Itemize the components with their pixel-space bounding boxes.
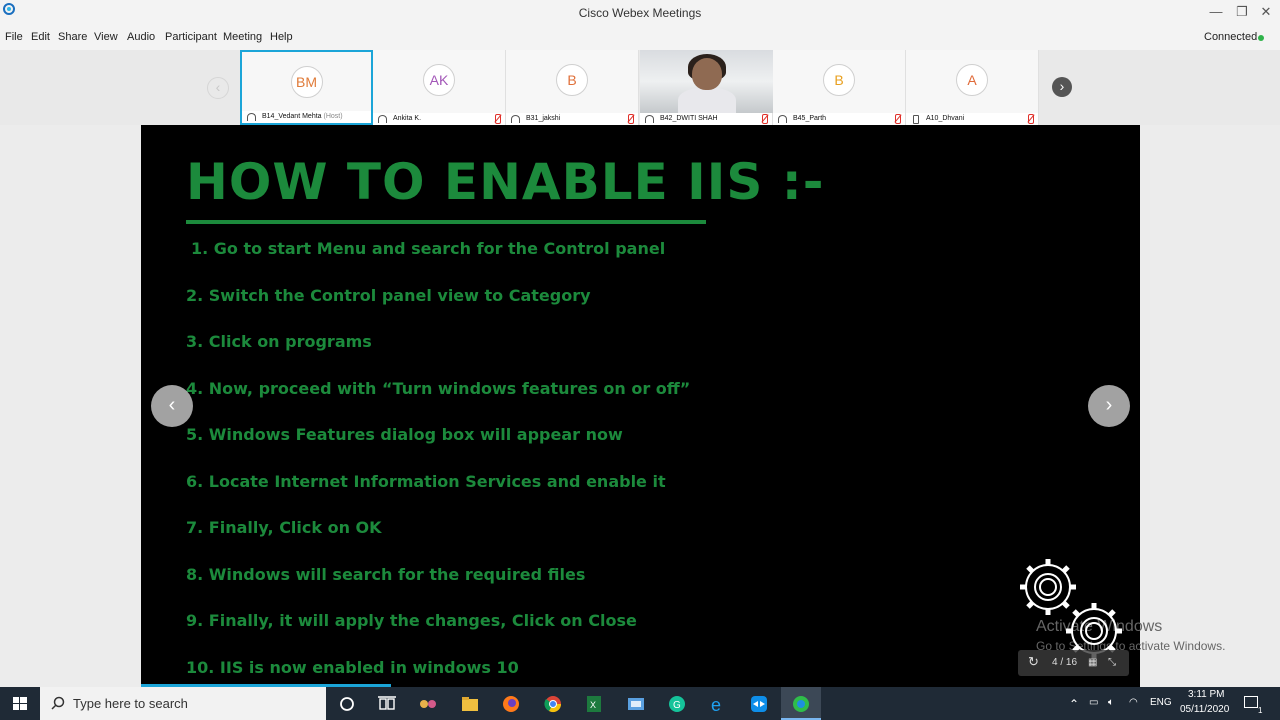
task-view-icon[interactable]	[377, 694, 397, 714]
slide-step: 7. Finally, Click on OK	[186, 518, 382, 537]
host-role-label: (Host)	[323, 113, 343, 120]
clock-date[interactable]: 05/11/2020	[1180, 704, 1229, 715]
participant-tile[interactable]: B B31_jakshi	[506, 50, 639, 125]
presentation-slide: HOW TO ENABLE IIS :- 1. Go to start Menu…	[141, 125, 1140, 687]
menu-view[interactable]: View	[94, 31, 118, 43]
search-icon	[51, 696, 65, 710]
chrome-icon[interactable]	[543, 694, 563, 714]
headset-icon	[378, 115, 387, 123]
windows-start-icon[interactable]	[0, 687, 40, 720]
previous-slide-button[interactable]: ‹	[151, 385, 193, 427]
window-title: Cisco Webex Meetings	[578, 6, 702, 20]
title-underline	[186, 220, 706, 224]
menu-share[interactable]: Share	[58, 31, 87, 43]
clock-time[interactable]: 3:11 PM	[1188, 689, 1225, 700]
cortana-icon[interactable]	[337, 694, 357, 714]
slide-step: 3. Click on programs	[186, 332, 372, 351]
webex-icon	[793, 696, 809, 712]
menu-file[interactable]: File	[5, 31, 23, 43]
language-indicator[interactable]: ENG	[1150, 697, 1172, 708]
svg-text:G: G	[673, 700, 681, 711]
slide-step: 6. Locate Internet Information Services …	[186, 472, 666, 491]
avatar: BM	[290, 66, 323, 98]
notification-count: 1	[1258, 706, 1263, 715]
participant-name: Ankita K.	[393, 115, 422, 122]
show-hidden-icons-icon[interactable]: ⌃	[1069, 697, 1079, 711]
slide-step: 9. Finally, it will apply the changes, C…	[186, 611, 637, 630]
minimize-button[interactable]: —	[1204, 2, 1228, 22]
thumbnail-grid-icon[interactable]: ▦	[1088, 657, 1097, 668]
menu-help[interactable]: Help	[270, 31, 293, 43]
refresh-icon[interactable]: ↻	[1028, 654, 1039, 670]
participant-tile-host[interactable]: BM B14_Vedant Mehta (Host)	[240, 50, 373, 125]
menu-audio[interactable]: Audio	[127, 31, 155, 43]
strip-next-button[interactable]: ›	[1052, 77, 1072, 97]
next-slide-button[interactable]: ›	[1088, 385, 1130, 427]
avatar: B	[823, 64, 855, 96]
participant-name: B31_jakshi	[526, 115, 561, 122]
headset-icon	[511, 115, 520, 123]
strip-prev-button[interactable]: ‹	[207, 77, 229, 99]
headset-icon	[247, 113, 256, 121]
participant-tile[interactable]: AK Ankita K.	[373, 50, 506, 125]
svg-text:e: e	[711, 695, 721, 714]
mic-muted-icon	[1028, 114, 1034, 124]
wifi-icon[interactable]: ◠	[1129, 697, 1138, 708]
avatar: A	[956, 64, 988, 96]
mic-muted-icon	[762, 114, 768, 124]
participant-tile-video[interactable]: B42_DWITI SHAH	[640, 50, 773, 125]
connection-status-dot	[1258, 35, 1264, 41]
slide-step: 4. Now, proceed with “Turn windows featu…	[186, 379, 691, 398]
notification-icon[interactable]	[1244, 696, 1258, 708]
close-button[interactable]: ✕	[1254, 2, 1278, 22]
participant-tile[interactable]: B B45_Parth	[773, 50, 906, 125]
teamviewer-icon[interactable]	[749, 694, 769, 714]
participant-name: B14_Vedant Mehta	[262, 113, 322, 120]
participant-name: A10_Dhvani	[926, 115, 965, 122]
participant-name: B45_Parth	[793, 115, 827, 122]
control-panel-icon[interactable]	[626, 694, 646, 714]
slide-step: 10. IIS is now enabled in windows 10	[186, 658, 519, 677]
slide-step: 8. Windows will search for the required …	[186, 565, 586, 584]
firefox-icon[interactable]	[501, 694, 521, 714]
phone-icon	[913, 115, 919, 124]
settings-gears-icon	[1020, 559, 1122, 659]
headset-icon	[778, 115, 787, 123]
participant-video	[640, 50, 773, 113]
svg-text:X: X	[590, 700, 596, 710]
page-indicator: 4 / 16	[1052, 657, 1078, 668]
mic-muted-icon	[495, 114, 501, 124]
menu-edit[interactable]: Edit	[31, 31, 50, 43]
headset-icon	[645, 115, 654, 123]
menu-participant[interactable]: Participant	[165, 31, 217, 43]
slide-step: 5. Windows Features dialog box will appe…	[186, 425, 623, 444]
avatar: AK	[423, 64, 455, 96]
volume-icon[interactable]: 🔈︎	[1108, 697, 1114, 708]
menu-meeting[interactable]: Meeting	[223, 31, 262, 43]
file-explorer-icon[interactable]	[460, 694, 480, 714]
slide-title: HOW TO ENABLE IIS :-	[186, 153, 825, 211]
app-icon[interactable]	[418, 694, 438, 714]
connection-status: Connected	[1204, 31, 1258, 43]
participant-footer: B14_Vedant Mehta (Host)	[242, 111, 371, 123]
internet-explorer-icon[interactable]: e	[708, 694, 728, 714]
battery-icon[interactable]: ▭	[1089, 697, 1098, 708]
search-placeholder[interactable]: Type here to search	[73, 696, 188, 711]
slide-toolbar: ↻ 4 / 16 ▦ ⤡	[1018, 650, 1129, 676]
slide-step: 1. Go to start Menu and search for the C…	[191, 239, 666, 258]
participant-name: B42_DWITI SHAH	[660, 115, 718, 122]
excel-icon[interactable]: X	[584, 694, 604, 714]
exit-fullscreen-icon[interactable]: ⤡	[1108, 657, 1116, 668]
slide-step: 2. Switch the Control panel view to Cate…	[186, 286, 591, 305]
webex-taskbar-button[interactable]	[781, 687, 821, 720]
avatar: B	[556, 64, 588, 96]
restore-button[interactable]: ❐	[1230, 2, 1254, 22]
mic-muted-icon	[895, 114, 901, 124]
mic-muted-icon	[628, 114, 634, 124]
grammarly-icon[interactable]: G	[667, 694, 687, 714]
participant-tile[interactable]: A A10_Dhvani	[906, 50, 1039, 125]
